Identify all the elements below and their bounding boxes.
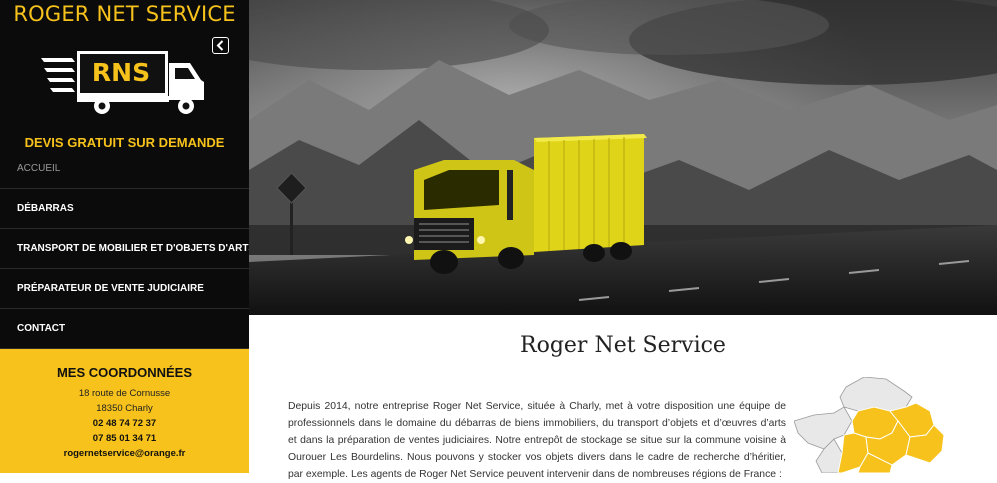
sidebar: ROGER NET SERVICE RNS DEVIS GRATUIT SUR … [0, 0, 255, 473]
chevron-left-icon [216, 40, 224, 51]
nav-item-preparateur[interactable]: PRÉPARATEUR DE VENTE JUDICIAIRE [0, 269, 249, 309]
main-content: Roger Net Service Depuis 2014, notre ent… [249, 315, 997, 480]
logo-text: RNS [91, 58, 151, 87]
address-street: 18 route de Cornusse [78, 388, 171, 399]
collapse-sidebar-button[interactable] [212, 37, 229, 54]
intro-paragraph: Depuis 2014, notre entreprise Roger Net … [288, 401, 786, 480]
logo[interactable]: RNS [38, 48, 210, 120]
nav-item-transport[interactable]: TRANSPORT DE MOBILIER ET D'OBJETS D'ARTS [0, 229, 255, 269]
site-title[interactable]: ROGER NET SERVICE [0, 2, 249, 26]
phone-2[interactable]: 07 85 01 34 71 [0, 431, 249, 446]
main-nav: ACCUEIL DÉBARRAS TRANSPORT DE MOBILIER E… [0, 149, 255, 349]
nav-item-contact[interactable]: CONTACT [0, 309, 249, 349]
nav-item-accueil[interactable]: ACCUEIL [0, 149, 249, 189]
nav-item-debarras[interactable]: DÉBARRAS [0, 189, 249, 229]
phone-1[interactable]: 02 48 74 72 37 [0, 416, 249, 431]
page-title: Roger Net Service [520, 333, 726, 358]
email-link[interactable]: rogernetservice@orange.fr [0, 446, 249, 461]
contact-box: MES COORDONNÉES 18 route de Cornusse 183… [0, 349, 249, 473]
hero-image [249, 0, 997, 315]
france-regions-map-icon [793, 376, 945, 474]
tagline: DEVIS GRATUIT SUR DEMANDE [24, 135, 225, 150]
france-map [793, 376, 954, 474]
address-city: 18350 Charly [96, 403, 153, 414]
contact-title: MES COORDONNÉES [56, 365, 193, 380]
